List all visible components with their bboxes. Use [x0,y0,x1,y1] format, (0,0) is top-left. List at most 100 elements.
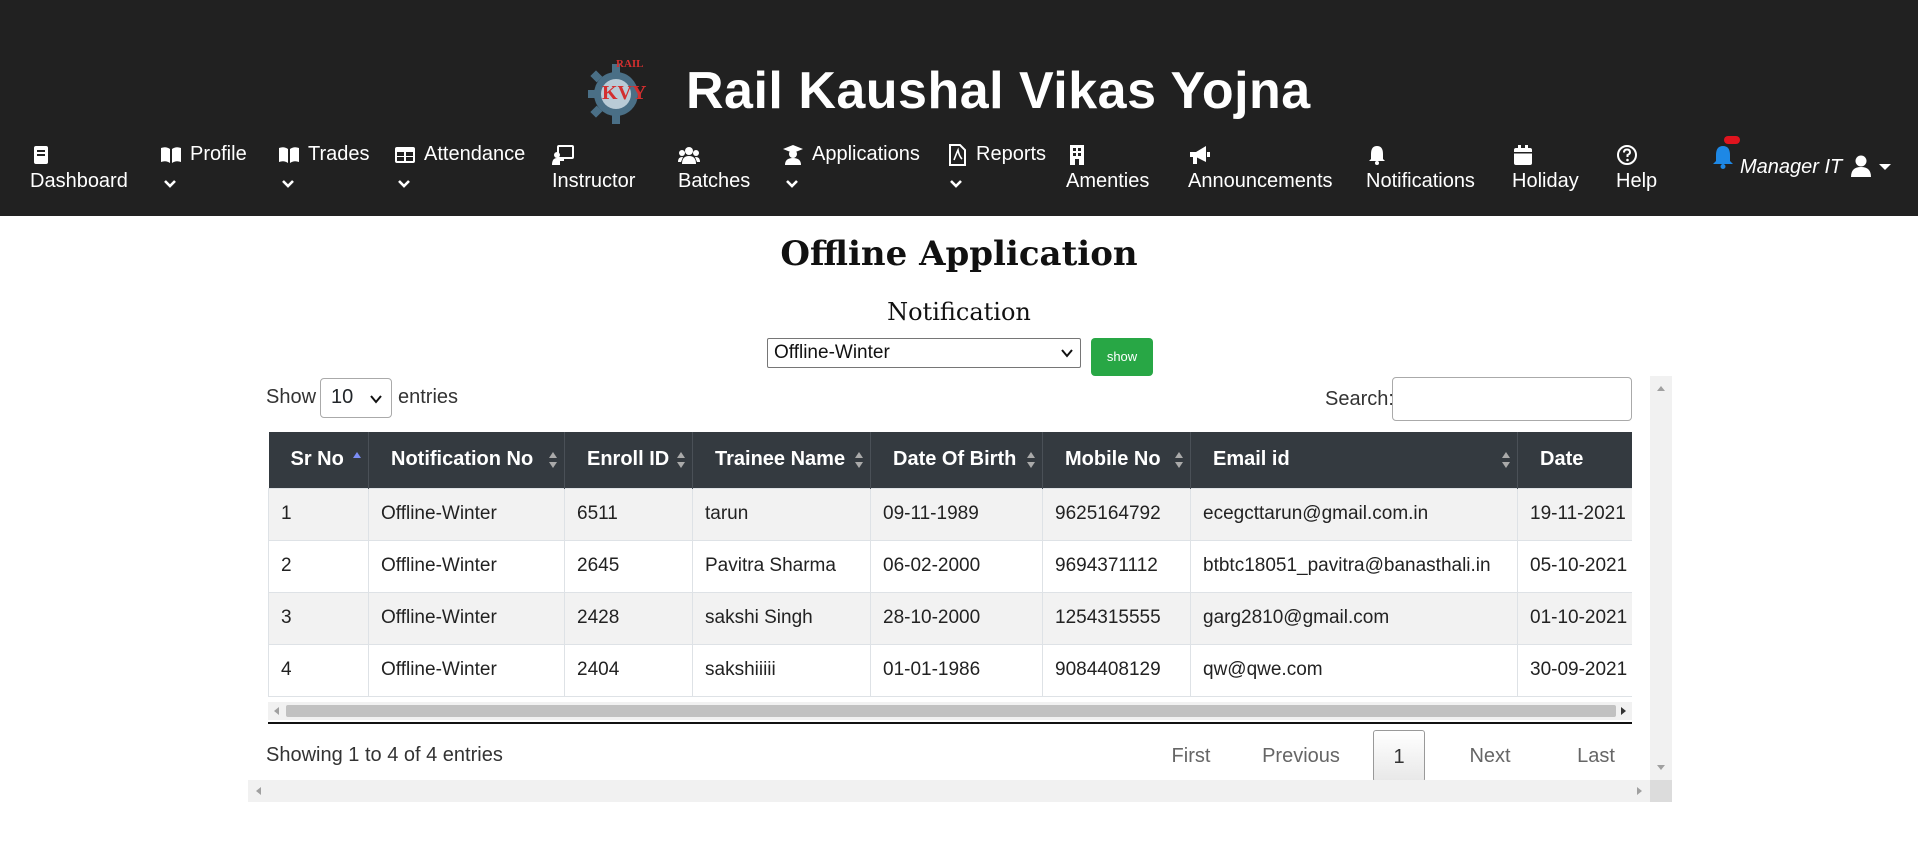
book-icon [34,146,48,164]
search-input[interactable] [1392,377,1632,421]
sort-icon [1027,452,1035,468]
nav-label-instructor: Instructor [552,170,636,192]
top-header: RAIL KVY Rail Kaushal Vikas Yojna Dashbo… [0,0,1918,216]
cell-date: 19-11-2021 [1517,487,1632,541]
scrollbar-thumb[interactable] [286,705,1616,717]
cell-trainee-name: Pavitra Sharma [692,539,871,593]
column-header-date[interactable]: Date [1517,432,1632,488]
sort-icon [677,452,685,468]
data-table: Sr No Notification No Enroll ID Trainee … [268,432,1632,700]
pagination-previous[interactable]: Previous [1254,730,1348,782]
cell-mobile-no: 9084408129 [1042,643,1191,697]
user-icon[interactable] [1850,154,1872,178]
entries-length-value: 10 [331,386,354,408]
notification-badge [1724,136,1740,144]
bullhorn-icon [1190,146,1210,164]
notification-select[interactable]: Offline-Winter [767,338,1081,368]
cell-sr-no: 3 [268,591,369,645]
search-label: Search: [1325,388,1394,410]
nav-label-applications: Applications [812,143,920,165]
sort-icon [855,452,863,468]
column-header-sr-no[interactable]: Sr No [268,432,369,488]
nav-label-help: Help [1616,170,1658,192]
chevron-down-icon [398,180,410,188]
nav-label-batches: Batches [678,170,751,192]
pagination-page-1[interactable]: 1 [1373,730,1425,782]
column-header-label: Email id [1213,448,1290,471]
scroll-up-arrow-icon[interactable] [1656,384,1666,392]
nav-label-announcements: Announcements [1188,170,1333,192]
pagination-first[interactable]: First [1160,730,1222,782]
column-header-date-of-birth[interactable]: Date Of Birth [870,432,1043,488]
cell-enroll-id: 2428 [564,591,693,645]
column-header-label: Notification No [391,448,534,471]
sort-icon [1502,452,1510,468]
cell-notification-no: Offline-Winter [368,539,565,593]
open-book-icon [279,147,299,163]
chevron-down-icon [1061,349,1073,358]
cell-enroll-id: 6511 [564,487,693,541]
column-header-trainee-name[interactable]: Trainee Name [692,432,871,488]
table-row: 2 Offline-Winter 2645 Pavitra Sharma 06-… [268,539,1632,593]
cell-enroll-id: 2645 [564,539,693,593]
cell-email-id: garg2810@gmail.com [1190,591,1518,645]
nav-label-trades: Trades [308,143,370,165]
table-icon [395,147,415,163]
show-button[interactable]: show [1091,338,1153,376]
table-info: Showing 1 to 4 of 4 entries [266,744,503,766]
cell-trainee-name: sakshiiiii [692,643,871,697]
chevron-down-icon [370,395,382,404]
scroll-down-arrow-icon[interactable] [1656,764,1666,772]
pagination-last[interactable]: Last [1568,730,1624,782]
nav-label-holiday: Holiday [1512,170,1579,192]
column-header-label: Trainee Name [715,448,846,471]
question-circle-icon [1617,145,1637,165]
nav-label-reports: Reports [976,143,1047,165]
column-header-enroll-id[interactable]: Enroll ID [564,432,693,488]
scroll-right-arrow-icon[interactable] [1636,786,1644,796]
building-icon [1070,145,1084,165]
cell-trainee-name: tarun [692,487,871,541]
cell-sr-no: 2 [268,539,369,593]
entries-length-select[interactable]: 10 [320,378,392,418]
cell-trainee-name: sakshi Singh [692,591,871,645]
page-title: Offline Application [780,234,1138,274]
cell-email-id: btbtc18051_pavitra@banasthali.in [1190,539,1518,593]
column-header-label: Sr No [290,448,344,471]
cell-mobile-no: 9625164792 [1042,487,1191,541]
cell-date-of-birth: 06-02-2000 [870,539,1043,593]
bell-icon [1369,146,1385,165]
brand[interactable]: RAIL KVY Rail Kaushal Vikas Yojna [580,56,1311,126]
user-graduate-icon [783,145,803,165]
cell-sr-no: 4 [268,643,369,697]
column-header-label: Enroll ID [587,448,670,471]
notification-select-value: Offline-Winter [774,342,890,363]
cell-date: 30-09-2021 [1517,643,1632,697]
pagination-next[interactable]: Next [1460,730,1520,782]
table-horizontal-scrollbar[interactable] [268,702,1632,720]
cell-date: 05-10-2021 [1517,539,1632,593]
chevron-down-icon [282,180,294,188]
scroll-right-arrow-icon[interactable] [1620,706,1628,716]
caret-down-icon[interactable] [1878,162,1892,172]
page-horizontal-scrollbar[interactable] [248,780,1650,802]
column-header-label: Mobile No [1065,448,1161,471]
scrollbar-corner [1650,780,1672,802]
scroll-left-arrow-icon[interactable] [254,786,262,796]
logo-text-main: KVY [602,82,647,104]
nav-label-profile: Profile [190,143,247,165]
cell-mobile-no: 1254315555 [1042,591,1191,645]
column-header-email-id[interactable]: Email id [1190,432,1518,488]
page-vertical-scrollbar[interactable] [1650,376,1672,780]
user-name[interactable]: Manager IT [1740,156,1842,179]
scroll-left-arrow-icon[interactable] [272,706,280,716]
chalkboard-teacher-icon [552,145,574,165]
length-label-prefix: Show [266,386,317,408]
sort-icon [1175,452,1183,468]
table-bottom-border [268,722,1632,724]
gear-logo-icon: RAIL KVY [580,56,660,126]
column-header-mobile-no[interactable]: Mobile No [1042,432,1191,488]
column-header-notification-no[interactable]: Notification No [368,432,565,488]
notification-bell-icon[interactable] [1710,144,1736,170]
sort-icon [549,452,557,468]
